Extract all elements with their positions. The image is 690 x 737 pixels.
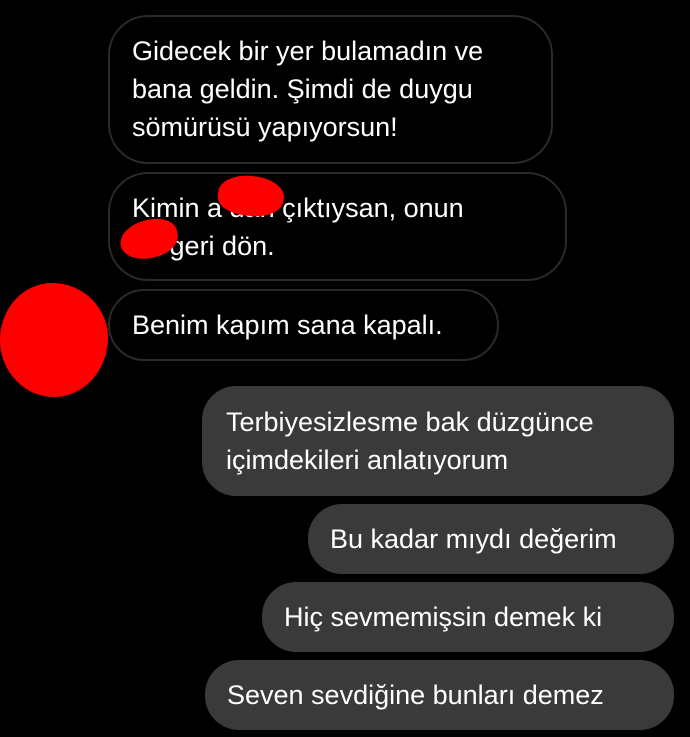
sent-message[interactable]: Terbiyesizlesme bak düzgünce içimdekiler…: [202, 386, 674, 496]
message-line: bana geldin. Şimdi de duygu: [132, 74, 473, 104]
avatar-redaction-mark: [0, 283, 108, 397]
message-line: Hiç sevmemişsin demek ki: [284, 602, 603, 632]
chat-screen: Gidecek bir yer bulamadın ve bana geldin…: [0, 0, 690, 737]
received-message[interactable]: Benim kapım sana kapalı.: [108, 289, 499, 361]
message-line: Gidecek bir yer bulamadın ve: [132, 36, 484, 66]
message-line: sömürüsü yapıyorsun!: [132, 112, 398, 142]
sent-message[interactable]: Hiç sevmemişsin demek ki: [262, 582, 674, 652]
sent-message[interactable]: Seven sevdiğine bunları demez: [205, 660, 674, 730]
message-line: Kimin a dan çıktıysan, onun: [132, 193, 464, 223]
message-line: Benim kapım sana kapalı.: [132, 310, 443, 340]
received-message[interactable]: Gidecek bir yer bulamadın ve bana geldin…: [108, 15, 553, 164]
received-message[interactable]: Kimin a dan çıktıysan, onun na geri dön.: [108, 172, 567, 281]
message-line: Seven sevdiğine bunları demez: [227, 680, 604, 710]
message-line: Terbiyesizlesme bak düzgünce: [226, 407, 594, 437]
sent-message[interactable]: Bu kadar mıydı değerim: [308, 504, 674, 574]
message-line: içimdekileri anlatıyorum: [226, 445, 509, 475]
message-line: Bu kadar mıydı değerim: [330, 524, 617, 554]
message-line: na geri dön.: [132, 231, 275, 261]
